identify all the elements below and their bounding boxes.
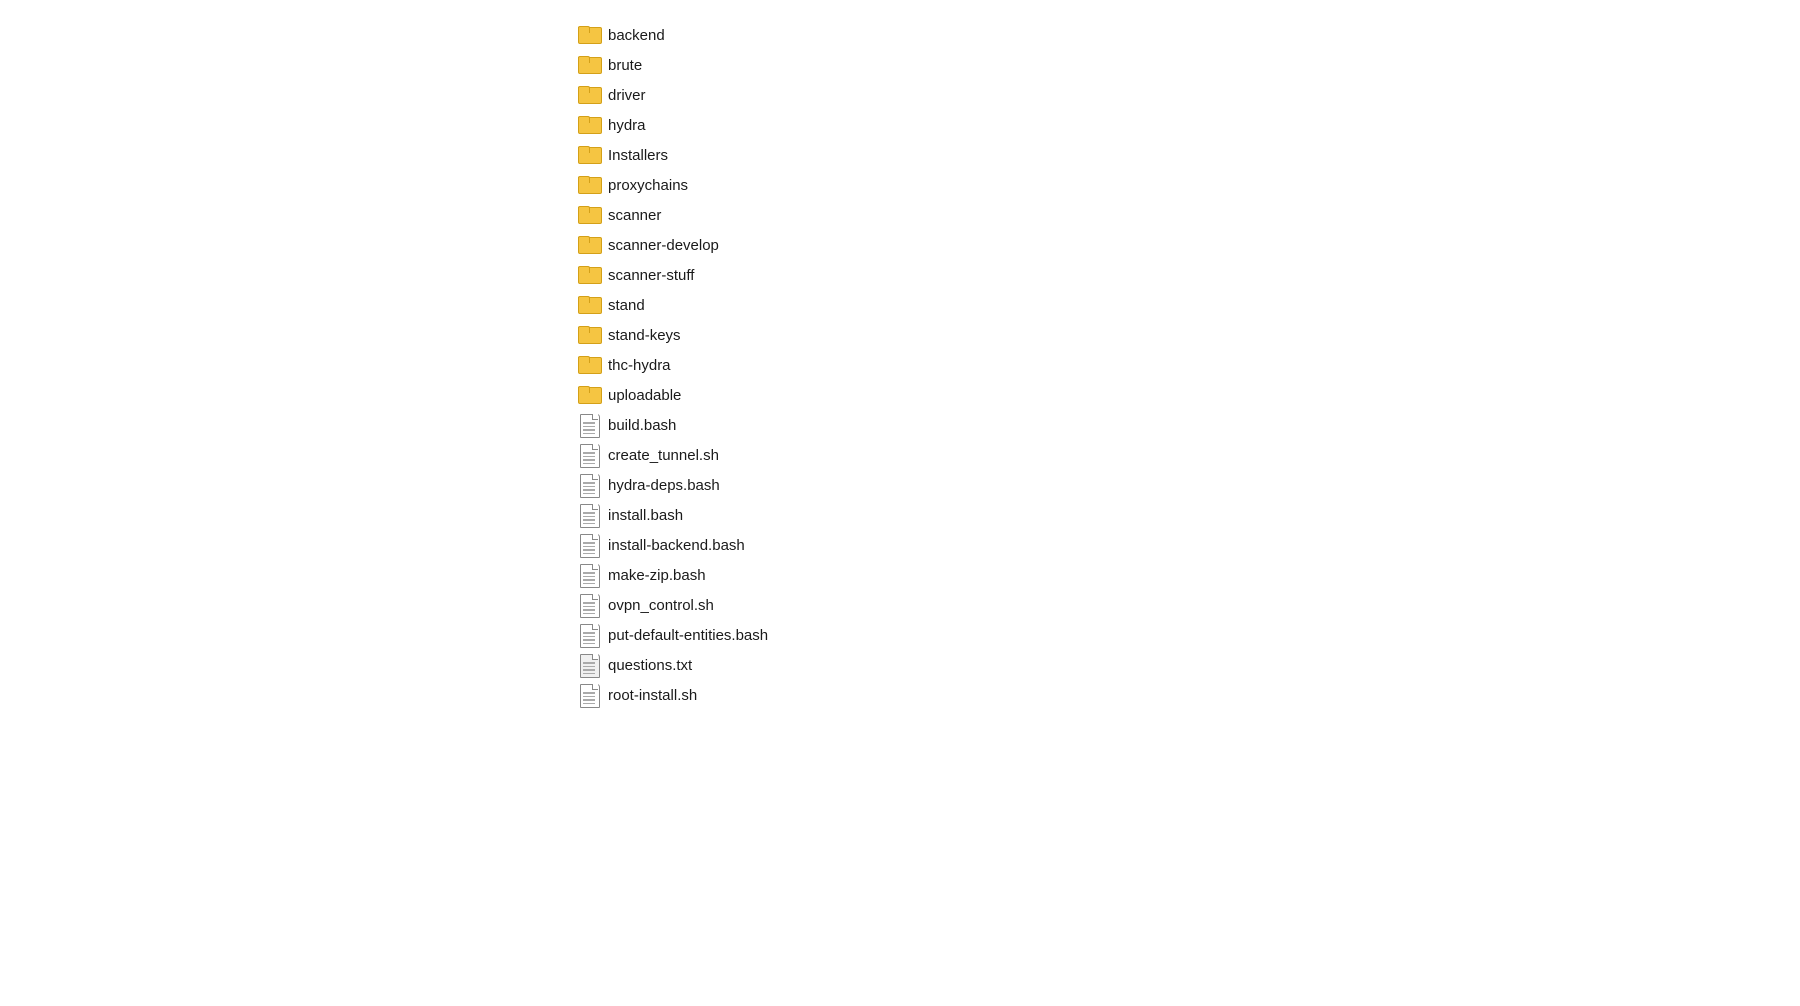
item-name: stand-keys — [608, 327, 681, 344]
list-item[interactable]: brute — [570, 50, 1800, 80]
item-name: questions.txt — [608, 657, 692, 674]
file-icon-container — [578, 504, 600, 526]
folder-icon — [578, 324, 600, 346]
item-name: build.bash — [608, 417, 676, 434]
item-name: brute — [608, 57, 642, 74]
list-item[interactable]: install.bash — [570, 500, 1800, 530]
list-item[interactable]: make-zip.bash — [570, 560, 1800, 590]
list-item[interactable]: hydra — [570, 110, 1800, 140]
list-item[interactable]: install-backend.bash — [570, 530, 1800, 560]
list-item[interactable]: ovpn_control.sh — [570, 590, 1800, 620]
item-name: Installers — [608, 147, 668, 164]
item-name: scanner — [608, 207, 661, 224]
item-name: hydra — [608, 117, 646, 134]
list-item[interactable]: create_tunnel.sh — [570, 440, 1800, 470]
file-list: backend brute driver hydra — [0, 0, 1800, 730]
list-item[interactable]: stand — [570, 290, 1800, 320]
item-name: uploadable — [608, 387, 681, 404]
folder-icon — [578, 354, 600, 376]
folder-icon — [578, 84, 600, 106]
file-icon-container — [578, 444, 600, 466]
file-icon-container — [578, 534, 600, 556]
item-name: proxychains — [608, 177, 688, 194]
item-name: make-zip.bash — [608, 567, 706, 584]
file-icon-container — [578, 474, 600, 496]
folder-icon — [578, 384, 600, 406]
item-name: backend — [608, 27, 665, 44]
file-icon-container — [578, 684, 600, 706]
list-item[interactable]: Installers — [570, 140, 1800, 170]
item-name: install.bash — [608, 507, 683, 524]
item-name: scanner-stuff — [608, 267, 694, 284]
item-name: install-backend.bash — [608, 537, 745, 554]
folder-icon — [578, 144, 600, 166]
list-item[interactable]: uploadable — [570, 380, 1800, 410]
list-item[interactable]: scanner-develop — [570, 230, 1800, 260]
list-item[interactable]: driver — [570, 80, 1800, 110]
list-item[interactable]: thc-hydra — [570, 350, 1800, 380]
item-name: scanner-develop — [608, 237, 719, 254]
file-icon-container — [578, 654, 600, 676]
folder-icon — [578, 114, 600, 136]
list-item[interactable]: questions.txt — [570, 650, 1800, 680]
folder-icon — [578, 264, 600, 286]
list-item[interactable]: backend — [570, 20, 1800, 50]
folder-icon — [578, 54, 600, 76]
item-name: put-default-entities.bash — [608, 627, 768, 644]
folder-icon — [578, 204, 600, 226]
file-icon-container — [578, 624, 600, 646]
item-name: driver — [608, 87, 646, 104]
item-name: hydra-deps.bash — [608, 477, 720, 494]
list-item[interactable]: scanner — [570, 200, 1800, 230]
list-item[interactable]: root-install.sh — [570, 680, 1800, 710]
folder-icon — [578, 24, 600, 46]
list-item[interactable]: proxychains — [570, 170, 1800, 200]
item-name: stand — [608, 297, 645, 314]
list-item[interactable]: build.bash — [570, 410, 1800, 440]
list-item[interactable]: stand-keys — [570, 320, 1800, 350]
file-icon-container — [578, 414, 600, 436]
folder-icon — [578, 234, 600, 256]
folder-icon — [578, 174, 600, 196]
list-item[interactable]: hydra-deps.bash — [570, 470, 1800, 500]
list-item[interactable]: put-default-entities.bash — [570, 620, 1800, 650]
file-icon-container — [578, 594, 600, 616]
item-name: thc-hydra — [608, 357, 671, 374]
file-icon-container — [578, 564, 600, 586]
item-name: root-install.sh — [608, 687, 697, 704]
item-name: ovpn_control.sh — [608, 597, 714, 614]
folder-icon — [578, 294, 600, 316]
item-name: create_tunnel.sh — [608, 447, 719, 464]
list-item[interactable]: scanner-stuff — [570, 260, 1800, 290]
